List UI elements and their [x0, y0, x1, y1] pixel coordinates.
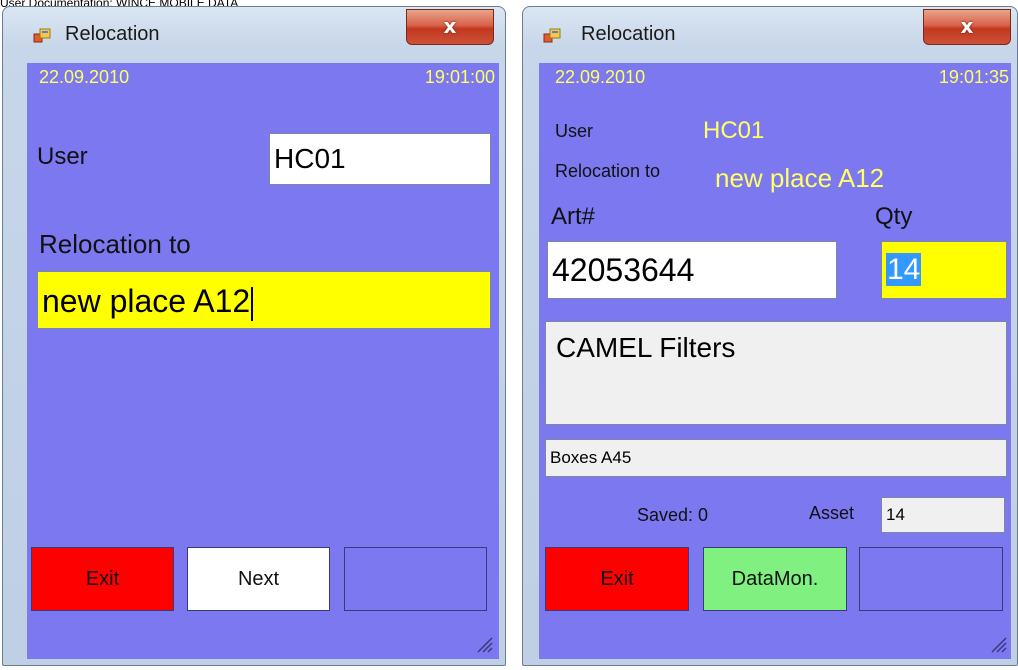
saved-count-label: Saved: 0 [637, 505, 709, 525]
form-client-area: 22.09.2010 19:01:35 User HC01 Relocation… [539, 63, 1011, 659]
asset-field: 14 [881, 497, 1005, 533]
blank-button[interactable] [859, 547, 1003, 611]
resize-grip-icon[interactable] [473, 633, 493, 653]
blank-button[interactable] [344, 547, 487, 611]
art-number-input[interactable]: 42053644 [547, 241, 837, 299]
close-button[interactable]: x [406, 9, 494, 45]
description-text: CAMEL Filters [556, 332, 736, 363]
relocation-to-input[interactable]: new place A12 [37, 271, 491, 329]
exit-button[interactable]: Exit [545, 547, 689, 611]
relocation-to-label: Relocation to [555, 161, 661, 181]
location-field: Boxes A45 [545, 439, 1007, 477]
art-number-label: Art# [551, 203, 596, 230]
app-icon [33, 28, 51, 43]
title-bar[interactable]: Relocation x [523, 7, 1017, 63]
location-text: Boxes A45 [550, 448, 632, 467]
next-button-label: Next [237, 568, 280, 590]
close-icon: x [443, 14, 457, 38]
datamon-button[interactable]: DataMon. [703, 547, 847, 611]
datamon-button-label: DataMon. [731, 568, 819, 590]
exit-button-label: Exit [85, 568, 120, 590]
exit-button-label: Exit [600, 568, 634, 590]
qty-value: 14 [886, 253, 922, 286]
description-box: CAMEL Filters [545, 321, 1007, 425]
qty-label: Qty [875, 203, 913, 230]
time-label: 19:01:35 [938, 67, 1009, 87]
title-bar[interactable]: Relocation x [3, 7, 505, 63]
window-title: Relocation [581, 23, 676, 45]
relocation-to-label: Relocation to [39, 229, 191, 259]
qty-input[interactable]: 14 [881, 241, 1007, 299]
exit-button[interactable]: Exit [31, 547, 174, 611]
relocation-to-value: new place A12 [715, 163, 885, 193]
user-input-value: HC01 [274, 143, 346, 174]
user-input[interactable]: HC01 [269, 133, 491, 185]
user-value: HC01 [703, 117, 765, 144]
asset-label: Asset [809, 503, 855, 523]
user-label: User [555, 121, 594, 141]
next-button[interactable]: Next [187, 547, 330, 611]
app-icon [543, 28, 561, 43]
asset-value: 14 [886, 505, 905, 524]
time-label: 19:01:00 [424, 67, 495, 87]
art-number-value: 42053644 [552, 252, 695, 288]
resize-grip-icon[interactable] [987, 633, 1007, 653]
relocation-to-value: new place A12 [42, 283, 251, 319]
window-title: Relocation [65, 23, 160, 45]
close-icon: x [960, 14, 974, 38]
text-cursor [251, 286, 254, 321]
relocation-window-right: Relocation x 22.09.2010 19:01:35 User HC… [522, 6, 1018, 666]
close-button[interactable]: x [923, 9, 1011, 45]
form-client-area: 22.09.2010 19:01:00 User HC01 Relocation… [27, 63, 499, 659]
date-label: 22.09.2010 [39, 67, 130, 87]
relocation-window-left: Relocation x 22.09.2010 19:01:00 User HC… [2, 6, 506, 666]
user-label: User [37, 143, 88, 170]
date-label: 22.09.2010 [555, 67, 646, 87]
